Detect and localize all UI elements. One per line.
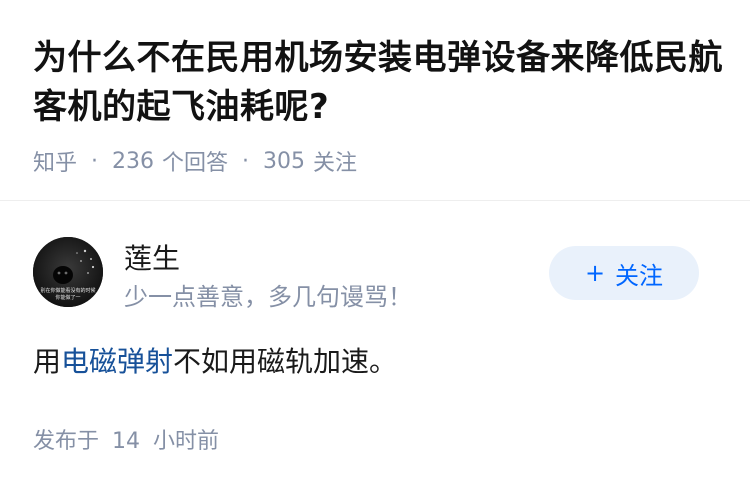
- avatar[interactable]: 别在你做能看没有的时候 你能做了一: [33, 237, 103, 307]
- answers-count: 236: [112, 148, 155, 174]
- question-title[interactable]: 为什么不在民用机场安装电弹设备来降低民航客机的起飞油耗呢?: [33, 34, 723, 132]
- author-name[interactable]: 莲生: [124, 237, 180, 277]
- separator-dot: ·: [91, 148, 99, 174]
- plus-icon: +: [584, 259, 606, 287]
- avatar-caption-line: 别在你做能看没有的时候: [40, 287, 95, 294]
- answer-content: 用电磁弹射不如用磁轨加速。: [33, 340, 397, 380]
- answer-link[interactable]: 电磁弹射: [61, 345, 173, 378]
- avatar-image: 别在你做能看没有的时候 你能做了一: [33, 237, 103, 307]
- answer-text-start: 用: [33, 345, 62, 378]
- follow-button[interactable]: + 关注: [549, 246, 699, 300]
- follow-label: 关注: [615, 261, 664, 290]
- source-label: 知乎: [33, 151, 78, 176]
- author-card: 别在你做能看没有的时候 你能做了一 莲生 少一点善意，多几句谩骂！ + 关注: [33, 235, 717, 311]
- avatar-caption-line: 你能做了一: [55, 294, 80, 301]
- separator-dot: ·: [242, 148, 250, 174]
- answer-text-end: 不如用磁轨加速。: [173, 345, 398, 378]
- followers-count: 305: [263, 148, 306, 174]
- posted-suffix: 小时前: [153, 429, 220, 454]
- posted-prefix: 发布于: [33, 429, 100, 454]
- posted-time: 发布于 14 小时前: [33, 423, 219, 455]
- followers-label: 关注: [313, 151, 358, 176]
- divider: [0, 200, 750, 201]
- author-bio: 少一点善意，多几句谩骂！: [124, 283, 412, 311]
- question-meta: 知乎 · 236 个回答 · 305 关注: [33, 145, 357, 177]
- posted-number: 14: [112, 429, 141, 454]
- answers-label: 个回答: [162, 151, 229, 176]
- question-header: 为什么不在民用机场安装电弹设备来降低民航客机的起飞油耗呢?: [33, 34, 723, 132]
